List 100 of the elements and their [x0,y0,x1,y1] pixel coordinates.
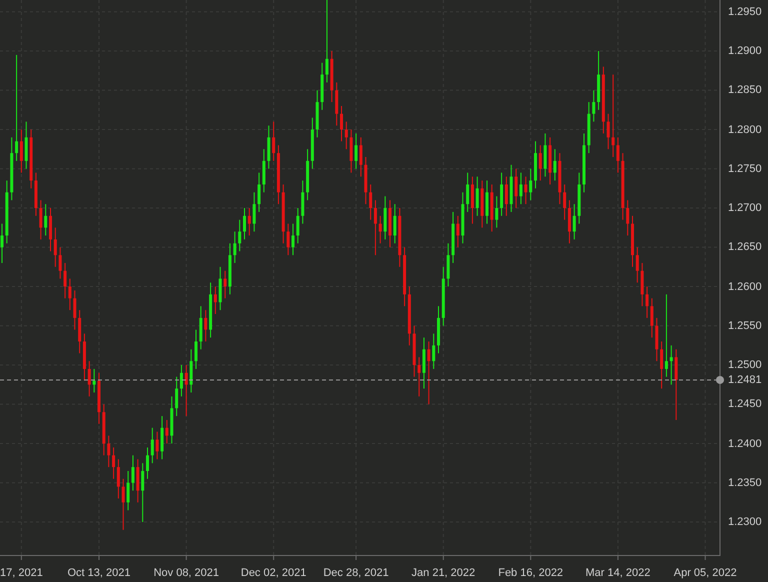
candlestick [156,431,159,460]
y-axis-label: 1.2900 [728,44,762,58]
candlestick [655,317,658,362]
y-axis-label: 1.2950 [728,4,762,19]
candlestick [238,219,242,252]
candlestick [190,348,193,394]
x-axis-label: Nov 08, 2021 [154,566,220,580]
candlestick [393,204,396,244]
candlestick [354,132,358,170]
candlestick [146,446,149,480]
candlestick [24,121,28,170]
candlestick [233,231,236,264]
x-axis-label: 17, 2021 [0,566,43,580]
candlestick [340,105,343,142]
candlestick [116,458,120,499]
candlestick [214,286,217,315]
candlestick [88,360,91,397]
candlestick [267,125,270,170]
candlestick [384,196,387,240]
candlestick [92,368,96,394]
candlestick [422,337,426,390]
candlestick [650,298,654,338]
candlestick [568,200,571,244]
candlestick [636,246,639,284]
candlestick [180,364,183,397]
candlestick [39,200,42,240]
candlestick [612,74,615,158]
candlestick [292,223,294,256]
candlestick [350,129,353,174]
candlestick [592,90,596,122]
candlestick [529,168,532,201]
y-axis-label: 1.2450 [728,397,762,412]
candlestick [378,215,382,244]
candlestick [335,82,338,126]
candlestick [150,427,154,464]
candlestick [664,294,668,378]
candlestick [262,148,266,193]
candlestick [199,306,202,350]
candlestick [538,144,542,182]
candlestick [20,129,23,174]
y-axis-label: 1.2750 [728,162,762,176]
candlestick [616,136,620,174]
candlestick [456,215,460,248]
candlestick [519,172,522,205]
y-axis-label: 1.2600 [728,280,762,294]
y-axis-label: 1.2700 [728,201,762,216]
y-axis-label: 1.2550 [728,318,762,333]
candlestick [500,172,504,216]
candlestick [64,262,67,299]
candlestick [563,184,566,220]
candlestick [107,435,110,468]
candlestick [495,196,498,228]
candlestick [344,121,348,150]
candlestick [44,204,48,236]
price-marker-icon [716,376,724,384]
candlestick [15,54,18,162]
candlestick [160,416,164,460]
candlestick [504,176,508,216]
candlestick [286,223,290,256]
candlestick [184,364,188,417]
x-axis-label: Dec 28, 2021 [323,566,389,580]
candlestick [73,290,76,330]
candlestick [466,172,470,212]
candlestick [359,136,362,178]
candlestick [606,113,610,150]
x-axis-label: Dec 02, 2021 [240,566,306,580]
candlestick [674,348,678,420]
candlestick [243,208,246,240]
candlestick [446,242,450,288]
candlestick [218,266,222,311]
x-axis-label: Feb 16, 2022 [498,566,564,580]
candlestick [272,121,276,162]
candlestick [122,478,125,530]
candlestick [476,176,479,216]
candlestick [432,333,436,370]
y-axis-label: 1.2400 [728,436,762,451]
candlestick [524,176,528,205]
candlestick [78,310,82,354]
candlestick [640,262,644,307]
candlestick [131,454,134,492]
candlestick [374,200,377,256]
candlestick [486,180,488,224]
x-axis-label: Mar 14, 2022 [586,566,650,580]
candlestick [670,344,673,386]
candlestick [126,470,130,511]
candlestick [224,270,227,299]
candlestick [626,200,630,236]
candlestick [204,310,208,342]
candlestick [165,419,168,444]
y-axis-label: 1.2300 [728,515,762,530]
candlestick [427,340,430,405]
y-axis-label: 1.2650 [728,240,762,254]
candlestick [248,208,251,236]
candlestick [660,340,664,390]
candlestick [68,278,72,311]
candlestick [112,446,116,480]
candlestick [141,462,144,523]
candlestick [369,184,372,220]
candlestick [301,180,304,224]
candlestick [470,176,474,224]
